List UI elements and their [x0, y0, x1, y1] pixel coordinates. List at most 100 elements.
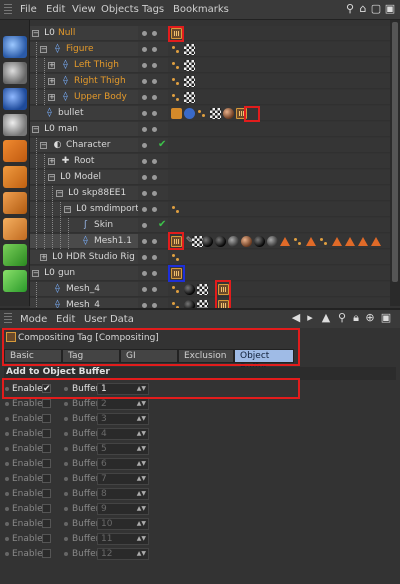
object-row[interactable]: ⟠ Mesh1.1 ✎ [30, 234, 390, 249]
object-row[interactable]: ⟠ bullet [30, 106, 390, 121]
object-row[interactable]: − ◐ Character ✔ [30, 138, 390, 153]
render-visibility-dot[interactable] [152, 287, 157, 292]
selection-tag-icon[interactable] [332, 237, 342, 246]
buffer-number-field[interactable]: 10 ▲▼ [97, 518, 149, 530]
scrollbar-thumb[interactable] [392, 22, 398, 282]
buffer-number-field[interactable]: 9 ▲▼ [97, 503, 149, 515]
collapse-icon[interactable]: − [64, 206, 71, 213]
animation-radio-icon[interactable] [5, 522, 9, 526]
render-visibility-dot[interactable] [152, 31, 157, 36]
enabled-check-icon[interactable]: ✔ [158, 219, 166, 230]
editor-visibility-dot[interactable] [142, 143, 147, 148]
editor-visibility-dot[interactable] [142, 191, 147, 196]
render-visibility-dot[interactable] [152, 95, 157, 100]
enable-checkbox[interactable] [42, 549, 51, 558]
grey-material-tag-icon[interactable] [267, 236, 278, 247]
collapse-icon[interactable]: − [56, 190, 63, 197]
object-row[interactable]: − ⟠ Figure [30, 42, 390, 57]
grid-tool-icon[interactable] [3, 244, 27, 266]
animation-radio-icon[interactable] [64, 432, 68, 436]
checker-material-tag-icon[interactable] [210, 108, 221, 119]
selection-tag-icon[interactable] [280, 237, 290, 246]
stepper-arrows-icon[interactable]: ▲▼ [137, 429, 146, 439]
stepper-arrows-icon[interactable]: ▲▼ [137, 459, 146, 469]
expand-icon[interactable]: + [48, 158, 55, 165]
buffer-number-field[interactable]: 2 ▲▼ [97, 398, 149, 410]
black-material-tag-icon[interactable] [184, 284, 195, 295]
texture-dots-tag-icon[interactable] [171, 76, 182, 87]
enable-checkbox[interactable] [42, 534, 51, 543]
menu-mode[interactable]: Mode [20, 314, 47, 325]
object-row[interactable]: − L0 gun [30, 266, 390, 281]
black-material-tag-icon[interactable] [202, 236, 213, 247]
expand-icon[interactable]: + [48, 94, 55, 101]
buffer-number-field[interactable]: 7 ▲▼ [97, 473, 149, 485]
enabled-check-icon[interactable]: ✔ [158, 139, 166, 150]
texture-dots-tag-icon[interactable] [171, 204, 182, 215]
editor-visibility-dot[interactable] [142, 95, 147, 100]
lock-icon[interactable]: 🔒︎ [350, 312, 362, 324]
texture-dots-tag-icon[interactable] [197, 108, 208, 119]
enable-checkbox[interactable] [42, 459, 51, 468]
copper-material-tag-icon[interactable] [241, 236, 252, 247]
stepper-arrows-icon[interactable]: ▲▼ [137, 504, 146, 514]
enable-checkbox[interactable] [42, 504, 51, 513]
object-row[interactable]: + ⟠ Right Thigh [30, 74, 390, 89]
editor-visibility-dot[interactable] [142, 271, 147, 276]
stepper-arrows-icon[interactable]: ▲▼ [137, 534, 146, 544]
search-icon[interactable]: ⚲ [344, 3, 356, 15]
object-manager-scrollbar[interactable] [390, 20, 400, 306]
stepper-arrows-icon[interactable]: ▲▼ [137, 414, 146, 424]
buffer-number-field[interactable]: 5 ▲▼ [97, 443, 149, 455]
animation-radio-icon[interactable] [5, 447, 9, 451]
animation-radio-icon[interactable] [5, 492, 9, 496]
checker-material-tag-icon[interactable] [184, 92, 195, 103]
texture-dots-tag-icon[interactable] [293, 236, 304, 247]
editor-visibility-dot[interactable] [142, 159, 147, 164]
buffer-number-field[interactable]: 12 ▲▼ [97, 548, 149, 560]
expand-icon[interactable]: + [40, 254, 47, 261]
texture-dots-tag-icon[interactable] [171, 60, 182, 71]
figure-tool-icon[interactable] [3, 114, 27, 136]
animation-radio-icon[interactable] [64, 477, 68, 481]
animation-radio-icon[interactable] [64, 447, 68, 451]
enable-checkbox[interactable] [42, 444, 51, 453]
animation-radio-icon[interactable] [5, 507, 9, 511]
home-icon[interactable]: ⌂ [357, 3, 369, 15]
forward-arrow-icon[interactable]: ▸ [304, 312, 316, 324]
menu-user-data[interactable]: User Data [84, 314, 134, 325]
animation-radio-icon[interactable] [5, 537, 9, 541]
buffer-number-field[interactable]: 4 ▲▼ [97, 428, 149, 440]
editor-visibility-dot[interactable] [142, 175, 147, 180]
search-icon[interactable]: ⚲ [336, 312, 348, 324]
editor-visibility-dot[interactable] [142, 255, 147, 260]
cube-tool-icon[interactable] [3, 192, 27, 214]
animation-radio-icon[interactable] [5, 477, 9, 481]
stepper-arrows-icon[interactable]: ▲▼ [137, 474, 146, 484]
expand-icon[interactable]: + [48, 62, 55, 69]
panel-menu-icon[interactable]: ▣ [380, 312, 392, 324]
texture-dots-tag-icon[interactable] [171, 252, 182, 263]
menu-objects[interactable]: Objects [101, 4, 139, 15]
animation-radio-icon[interactable] [5, 552, 9, 556]
texture-dots-tag-icon[interactable] [171, 284, 182, 295]
animation-radio-icon[interactable] [5, 402, 9, 406]
buffer-number-field[interactable]: 6 ▲▼ [97, 458, 149, 470]
menu-tags[interactable]: Tags [142, 4, 164, 15]
object-row[interactable]: ⟠ Mesh_4 [30, 282, 390, 297]
enable-checkbox[interactable] [42, 474, 51, 483]
object-row[interactable]: − L0 skp88EE1 [30, 186, 390, 201]
deformer-tool-icon[interactable] [3, 140, 27, 162]
enable-checkbox[interactable] [42, 519, 51, 528]
object-row[interactable]: + L0 HDR Studio Rig [30, 250, 390, 265]
collapse-icon[interactable]: − [32, 30, 39, 37]
menu-edit[interactable]: Edit [56, 314, 75, 325]
object-row[interactable]: ʃ Skin ✔ [30, 218, 390, 233]
editor-visibility-dot[interactable] [142, 47, 147, 52]
object-row[interactable]: + ✚ Root [30, 154, 390, 169]
render-visibility-dot[interactable] [152, 239, 157, 244]
phong-tag-icon[interactable] [171, 108, 182, 119]
enable-checkbox[interactable] [42, 414, 51, 423]
dynamics-tag-icon[interactable] [184, 108, 195, 119]
selection-tag-icon[interactable] [345, 237, 355, 246]
